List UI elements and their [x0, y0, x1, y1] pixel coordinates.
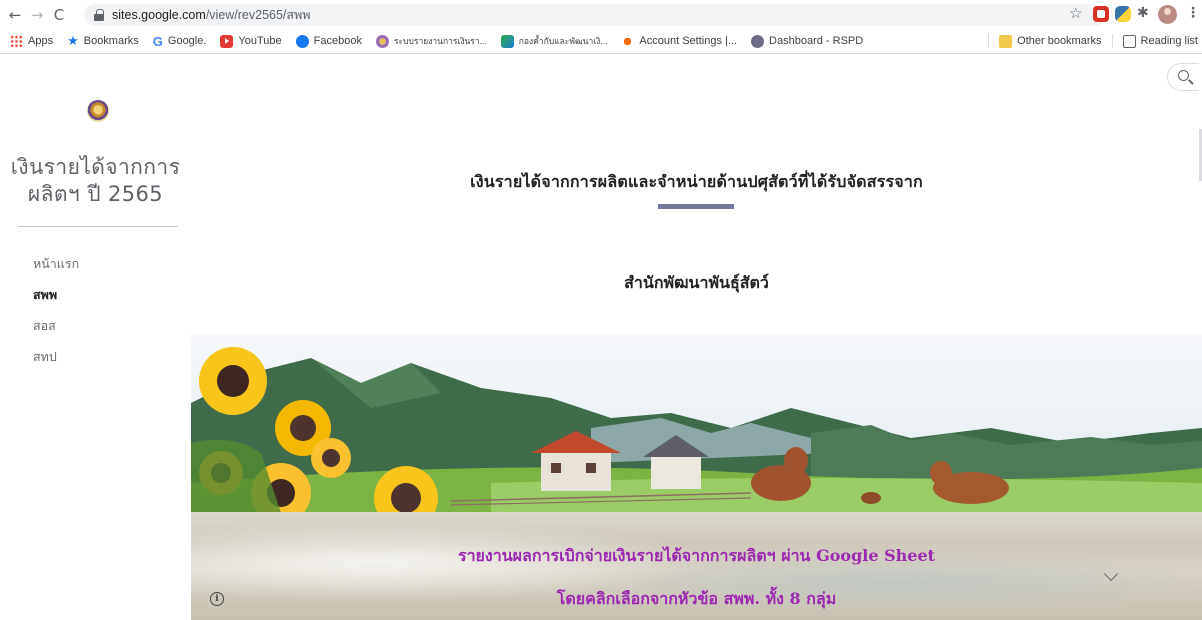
bookmarks-divider [1111, 34, 1113, 48]
bookmark-label: Bookmarks [83, 35, 139, 47]
url-host: sites.google.com [112, 8, 206, 22]
url-text: sites.google.com/view/rev2565/สพพ [112, 5, 311, 25]
site-title-line2: ผลิตฯ ปี 2565 [27, 182, 164, 206]
bookmarks-right: Other bookmarks Reading list [978, 31, 1198, 51]
site-page: เงินรายได้จากการ ผลิตฯ ปี 2565 หน้าแรก ส… [0, 54, 1202, 620]
back-arrow-icon[interactable]: ← [4, 4, 26, 26]
leaf-icon [500, 34, 514, 48]
chrome-menu-icon[interactable]: ⋮ [1186, 5, 1200, 21]
main-content: เงินรายได้จากการผลิตและจำหน่ายด้านปศุสัต… [191, 54, 1202, 620]
chevron-down-icon[interactable] [1103, 566, 1119, 582]
nav-item-home[interactable]: หน้าแรก [33, 254, 79, 285]
bookmark-development[interactable]: กองค้ำกับและพัฒนาเงิ... [500, 34, 608, 48]
bookmark-dashboard[interactable]: Dashboard - RSPD [751, 34, 864, 48]
bookmark-label: Apps [28, 35, 54, 47]
bookmark-account-settings[interactable]: Account Settings |... [621, 34, 738, 48]
nav-item-sos[interactable]: สอส [33, 316, 79, 347]
nav-item-stp[interactable]: สทป [33, 347, 79, 378]
sunflower [311, 438, 351, 478]
site-logo[interactable] [87, 100, 109, 122]
info-icon[interactable]: i [210, 592, 224, 606]
site-nav: หน้าแรก สพพ สอส สทป [33, 254, 79, 378]
star-icon: ★ [67, 33, 79, 48]
sidebar-divider [18, 226, 178, 227]
report-instruction-text: โดยคลิกเลือกจากหัวข้อ สพพ. ทั้ง 8 กลุ่ม [556, 589, 837, 608]
folder-icon [999, 34, 1013, 48]
banner-image [191, 333, 1202, 513]
bookmarks-divider [988, 34, 990, 48]
bookmark-label: Facebook [313, 35, 362, 47]
site-title: เงินรายได้จากการ ผลิตฯ ปี 2565 [0, 154, 191, 208]
bookmark-google[interactable]: G Google. [153, 34, 207, 49]
facebook-icon [295, 34, 309, 48]
bookmark-reading-list[interactable]: Reading list [1122, 34, 1198, 48]
seal-icon [375, 34, 389, 48]
bookmark-label: Other bookmarks [1017, 35, 1102, 47]
report-link-text[interactable]: รายงานผลการเบิกจ่ายเงินรายได้จากการผลิตฯ… [191, 544, 1202, 569]
site-sidebar: เงินรายได้จากการ ผลิตฯ ปี 2565 หน้าแรก ส… [0, 54, 191, 620]
forward-arrow-icon[interactable]: → [26, 4, 48, 26]
bookmark-finance-report[interactable]: ระบบรายงานการเงินรา... [375, 34, 487, 48]
address-bar[interactable]: sites.google.com/view/rev2565/สพพ [84, 4, 1106, 26]
search-icon[interactable] [1167, 63, 1199, 91]
reading-list-icon [1122, 34, 1136, 48]
bookmark-label: YouTube [238, 35, 282, 47]
bookmark-facebook[interactable]: Facebook [295, 34, 362, 48]
youtube-icon [220, 34, 234, 48]
nav-item-spp[interactable]: สพพ [33, 285, 79, 316]
site-title-line1: เงินรายได้จากการ [10, 155, 181, 179]
extension-red-icon[interactable] [1093, 6, 1109, 22]
bookmarks-bar: Apps ★ Bookmarks G Google. YouTube Faceb… [0, 31, 1202, 51]
bookmark-bookmarks[interactable]: ★ Bookmarks [67, 33, 139, 49]
heading-accent-bar [658, 204, 734, 209]
banner-illustration [191, 347, 1202, 513]
page-heading: เงินรายได้จากการผลิตและจำหน่ายด้านปศุสัต… [470, 172, 923, 191]
dashboard-icon [751, 34, 765, 48]
lock-icon [94, 9, 104, 21]
bookmark-label: ระบบรายงานการเงินรา... [393, 36, 487, 46]
settings-icon [621, 34, 635, 48]
extension-python-icon[interactable] [1115, 6, 1131, 22]
bookmark-label: Dashboard - RSPD [769, 35, 864, 47]
bookmark-label: Account Settings |... [639, 35, 738, 47]
url-path: /view/rev2565/สพพ [205, 8, 311, 22]
bookmark-label: กองค้ำกับและพัฒนาเงิ... [518, 36, 608, 46]
bookmark-label: Google. [167, 35, 207, 47]
bookmark-star-icon[interactable]: ☆ [1069, 4, 1082, 22]
profile-avatar[interactable] [1158, 5, 1177, 24]
bookmark-other[interactable]: Other bookmarks [999, 34, 1102, 48]
bookmark-label: Reading list [1140, 35, 1198, 47]
sunflower [199, 347, 267, 415]
report-section: รายงานผลการเบิกจ่ายเงินรายได้จากการผลิตฯ… [191, 512, 1202, 620]
extensions-puzzle-icon[interactable]: ✱ [1137, 5, 1153, 21]
page-subheading: สำนักพัฒนาพันธุ์สัตว์ [624, 273, 769, 292]
apps-grid-icon [10, 34, 23, 48]
bookmark-youtube[interactable]: YouTube [220, 34, 282, 48]
bookmark-apps[interactable]: Apps [10, 34, 54, 48]
reload-icon[interactable]: C [48, 4, 70, 26]
google-icon: G [152, 33, 163, 49]
browser-toolbar: ← → C sites.google.com/view/rev2565/สพพ … [0, 0, 1202, 30]
